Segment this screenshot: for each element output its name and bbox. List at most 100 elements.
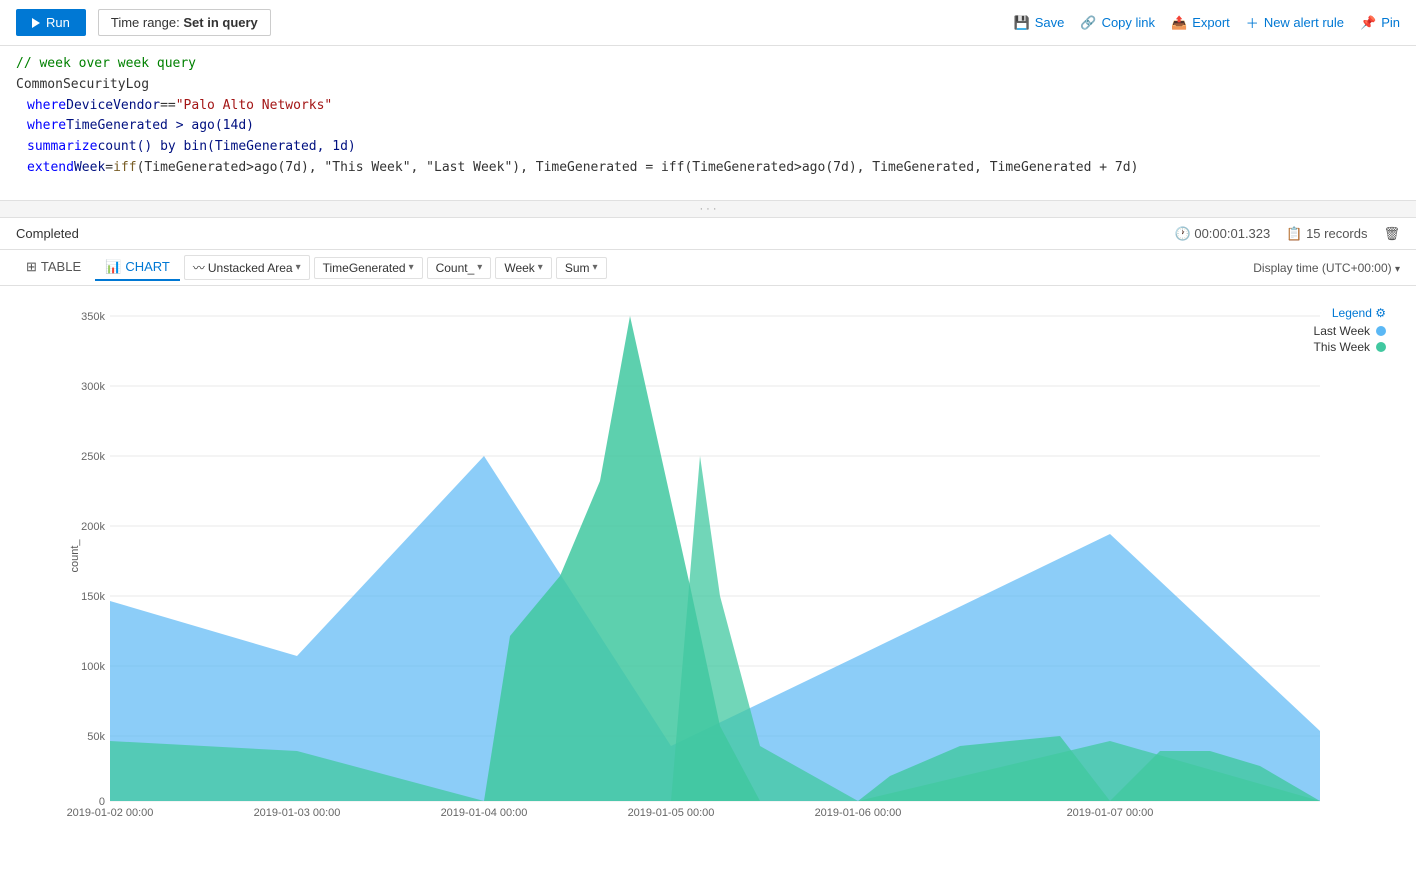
code-string-1: "Palo Alto Networks" <box>176 96 333 117</box>
code-line-1: // week over week query <box>16 54 1400 75</box>
aggregation-chevron: ▾ <box>593 262 598 273</box>
status-bar: Completed 🕐 00:00:01.323 📋 15 records 🗑 <box>0 218 1416 250</box>
x-axis-button[interactable]: TimeGenerated ▾ <box>314 257 423 279</box>
duration-value: 00:00:01.323 <box>1194 226 1270 241</box>
code-line-2: CommonSecurityLog <box>16 75 1400 96</box>
code-line-3: where DeviceVendor == "Palo Alto Network… <box>16 96 1400 117</box>
code-extend-var: Week <box>74 158 105 179</box>
x-axis-label: TimeGenerated <box>323 261 406 275</box>
code-extend-rest: (TimeGenerated>ago(7d), "This Week", "La… <box>137 158 1139 179</box>
export-label: Export <box>1192 15 1230 30</box>
code-line-4: where TimeGenerated > ago(14d) <box>16 116 1400 137</box>
time-range-value: Set in query <box>183 15 257 30</box>
aggregation-label: Sum <box>565 261 590 275</box>
main-content: // week over week query CommonSecurityLo… <box>0 46 1416 892</box>
view-tabs-left: ⊞ TABLE 📊 CHART 〰 Unstacked Area ▾ TimeG… <box>16 255 607 281</box>
save-icon: 💾 <box>1014 15 1030 31</box>
svg-text:150k: 150k <box>81 591 105 603</box>
code-op-1: == <box>160 96 176 117</box>
pin-action[interactable]: 📌 Pin <box>1360 15 1400 31</box>
code-line-5: summarize count() by bin(TimeGenerated, … <box>16 137 1400 158</box>
records-display: 📋 15 records <box>1286 226 1367 242</box>
svg-text:2019-01-02 00:00: 2019-01-02 00:00 <box>67 807 154 816</box>
code-keyword-extend: extend <box>27 158 74 179</box>
duration-display: 🕐 00:00:01.323 <box>1175 226 1271 242</box>
records-value: 15 records <box>1306 226 1367 241</box>
svg-text:50k: 50k <box>87 731 105 743</box>
y-axis-label: Count_ <box>436 261 475 275</box>
status-completed: Completed <box>16 226 79 241</box>
chart-type-icon: 〰 <box>193 259 205 276</box>
legend-this-week-dot <box>1376 342 1386 352</box>
legend-settings-icon: ⚙ <box>1375 306 1386 320</box>
chart-type-label: Unstacked Area <box>208 261 293 275</box>
toolbar: Run Time range: Set in query 💾 Save 🔗 Co… <box>0 0 1416 46</box>
chart-type-chevron: ▾ <box>296 262 301 273</box>
tab-table[interactable]: ⊞ TABLE <box>16 255 91 281</box>
toolbar-right: 💾 Save 🔗 Copy link 📤 Export ＋ New alert … <box>1014 13 1400 32</box>
run-label: Run <box>46 15 70 30</box>
code-editor[interactable]: // week over week query CommonSecurityLo… <box>0 46 1416 201</box>
svg-text:2019-01-04 00:00: 2019-01-04 00:00 <box>441 807 528 816</box>
chart-area: Legend ⚙ Last Week This Week count_ 3 <box>0 286 1416 892</box>
y-axis-label: count_ <box>69 539 81 573</box>
code-keyword-where2: where <box>27 116 66 137</box>
view-tabs: ⊞ TABLE 📊 CHART 〰 Unstacked Area ▾ TimeG… <box>0 250 1416 286</box>
svg-text:2019-01-06 00:00: 2019-01-06 00:00 <box>815 807 902 816</box>
time-range-label: Time range: <box>111 15 180 30</box>
code-timegenerated: TimeGenerated > ago(14d) <box>66 116 254 137</box>
svg-text:250k: 250k <box>81 451 105 463</box>
tab-table-label: TABLE <box>41 259 81 274</box>
copy-link-action[interactable]: 🔗 Copy link <box>1080 15 1155 31</box>
export-icon: 📤 <box>1171 15 1187 31</box>
display-time-label: Display time (UTC+00:00) <box>1253 261 1391 275</box>
tab-chart-label: CHART <box>125 259 170 274</box>
copy-link-label: Copy link <box>1102 15 1155 30</box>
tab-chart[interactable]: 📊 CHART <box>95 255 180 281</box>
code-summarize-rest: count() by bin(TimeGenerated, 1d) <box>97 137 355 158</box>
svg-text:2019-01-03 00:00: 2019-01-03 00:00 <box>254 807 341 816</box>
code-line-6: extend Week = iff (TimeGenerated>ago(7d)… <box>16 158 1400 179</box>
table-icon: ⊞ <box>26 259 37 275</box>
export-action[interactable]: 📤 Export <box>1171 15 1230 31</box>
new-alert-rule-label: New alert rule <box>1264 15 1344 30</box>
code-field-1: DeviceVendor <box>66 96 160 117</box>
link-icon: 🔗 <box>1080 15 1096 31</box>
pin-icon: 📌 <box>1360 15 1376 31</box>
save-action[interactable]: 💾 Save <box>1014 15 1065 31</box>
play-icon <box>32 18 40 28</box>
new-alert-rule-action[interactable]: ＋ New alert rule <box>1246 13 1344 32</box>
y-axis-chevron: ▾ <box>477 262 482 273</box>
status-right: 🕐 00:00:01.323 📋 15 records 🗑 <box>1175 226 1400 242</box>
chart-controls: 〰 Unstacked Area ▾ TimeGenerated ▾ Count… <box>184 255 607 280</box>
time-range-button[interactable]: Time range: Set in query <box>98 9 271 36</box>
display-time-button[interactable]: Display time (UTC+00:00) ▾ <box>1253 261 1400 275</box>
split-label: Week <box>504 261 534 275</box>
code-table: CommonSecurityLog <box>16 75 149 96</box>
legend-last-week-dot <box>1376 326 1386 336</box>
svg-text:100k: 100k <box>81 661 105 673</box>
code-comment: // week over week query <box>16 54 196 75</box>
svg-text:350k: 350k <box>81 311 105 323</box>
svg-text:2019-01-07 00:00: 2019-01-07 00:00 <box>1067 807 1154 816</box>
run-button[interactable]: Run <box>16 9 86 36</box>
delete-icon[interactable]: 🗑 <box>1383 226 1400 242</box>
records-icon: 📋 <box>1286 226 1302 241</box>
pin-label: Pin <box>1381 15 1400 30</box>
chart-container: Legend ⚙ Last Week This Week count_ 3 <box>60 296 1416 816</box>
svg-text:200k: 200k <box>81 521 105 533</box>
code-keyword-summarize: summarize <box>27 137 97 158</box>
plus-icon: ＋ <box>1246 13 1259 32</box>
y-axis-button[interactable]: Count_ ▾ <box>427 257 492 279</box>
chart-svg: count_ 350k 300k 250k 200k 150k 100k 50k… <box>60 296 1360 816</box>
svg-text:2019-01-05 00:00: 2019-01-05 00:00 <box>628 807 715 816</box>
aggregation-button[interactable]: Sum ▾ <box>556 257 607 279</box>
resize-handle[interactable]: · · · <box>0 201 1416 218</box>
code-keyword-where1: where <box>27 96 66 117</box>
chart-type-button[interactable]: 〰 Unstacked Area ▾ <box>184 255 310 280</box>
x-axis-chevron: ▾ <box>409 262 414 273</box>
code-extend-op: = <box>105 158 113 179</box>
split-button[interactable]: Week ▾ <box>495 257 552 279</box>
save-label: Save <box>1035 15 1065 30</box>
code-extend-func: iff <box>113 158 136 179</box>
